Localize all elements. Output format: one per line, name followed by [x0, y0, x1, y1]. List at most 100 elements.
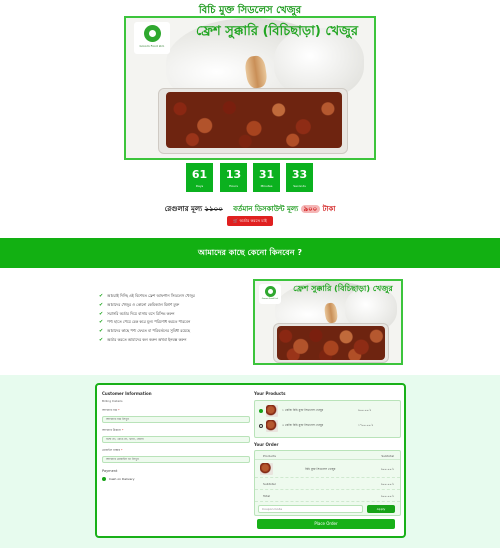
regular-price-amount: ১১০০ [204, 205, 223, 213]
check-icon: ✔ [99, 293, 104, 299]
logo-icon [143, 25, 161, 42]
countdown-value: 13 [225, 168, 242, 181]
order-now-button[interactable]: 🛒 অর্ডার করতে চাই [227, 216, 273, 226]
countdown-value: 61 [191, 168, 208, 181]
address-input[interactable]: বাসা নং, রোড নং, থানা, জেলা [102, 436, 250, 443]
place-order-button[interactable]: Place Order [257, 519, 395, 529]
feature-text: অর্ডার করতে আমাদের কল করুন অথবা ইনবক্স ক… [107, 336, 187, 342]
product-name: ১ কেজি বিচি মুক্ত সিডলেস খেজুর [282, 408, 324, 412]
check-icon: ✔ [99, 336, 104, 343]
sale-price: বর্তমান ডিসকাউন্ট মূল্য ৯০০ টাকা [233, 205, 335, 213]
apply-coupon-button[interactable]: Apply [367, 505, 395, 513]
order-item-price: ৯০০.০০ ৳ [380, 467, 394, 471]
countdown-label: Hours [229, 184, 238, 188]
your-order-title: Your Order [254, 442, 279, 447]
countdown-label: Days [195, 184, 204, 188]
phone-label-text: মোবাইল নাম্বার [102, 448, 120, 452]
list-item: ✔ সরাসরি অর্ডার দিয়ে বাসায় বসে রিসিভ ক… [99, 311, 259, 320]
feature-text: আমরাই দিচ্ছি এই বিশেষত ফ্রেশ আফগান সিডলে… [107, 293, 195, 298]
product-image: Groom Food Ltd. ফ্রেশ সুক্কারি (বিচিছাড়… [253, 279, 403, 365]
phone-input[interactable]: আপনার মোবাইল নং লিখুন [102, 456, 250, 463]
name-input[interactable]: আপনার নাম লিখুন [102, 416, 250, 423]
checkout-form: Customer Information Billing Details আপন… [95, 383, 406, 538]
check-icon: ✔ [99, 328, 104, 335]
required-mark: * [118, 408, 120, 412]
product-option-2kg[interactable]: ২ কেজি বিচি মুক্ত সিডলেস খেজুর ১৭০০.০০ ৳ [258, 419, 397, 434]
list-item: ✔ আমাদের কাছে পণ্য ফেরত বা পরিবর্তনের সু… [99, 328, 259, 337]
order-summary-table: Products Subtotal বিচি মুক্ত সিডলেস খেজু… [254, 450, 401, 516]
order-table-header: Products Subtotal [255, 451, 400, 460]
billing-details-title: Billing Details [102, 399, 123, 403]
brand-logo: Groom Food Ltd. [134, 22, 170, 54]
regular-price: রেগুলার মূল্য ১১০০ [165, 205, 226, 213]
hero-title: ফ্রেশ সুক্কারি (বিচিছাড়া) খেজুর [196, 24, 358, 39]
feature-text: পণ্য হাতে পেয়ে চেক করে মূল্য পরিশোধ করত… [107, 319, 191, 325]
countdown-seconds: 33 Seconds [286, 163, 313, 192]
sale-price-label: বর্তমান ডিসকাউন্ট মূল্য [233, 205, 299, 213]
sale-price-amount: ৯০০ [300, 205, 321, 213]
countdown-days: 61 Days [186, 163, 213, 192]
your-products-title: Your Products [254, 391, 286, 396]
subtotal-value: ৯০০.০০ ৳ [380, 482, 394, 486]
radio-selected-icon [102, 477, 106, 481]
subtotal-row: Subtotal ৯০০.০০ ৳ [255, 478, 400, 490]
why-buy-title: আমাদের কাছে কেনো কিনবেন ? [198, 248, 302, 257]
product-thumbnail [266, 405, 278, 417]
countdown-label: Seconds [293, 184, 306, 188]
product-name: ২ কেজি বিচি মুক্ত সিডলেস খেজুর [282, 423, 324, 427]
coupon-input[interactable]: Coupon Code [258, 505, 363, 513]
feature-text: সরাসরি অর্ডার দিয়ে বাসায় বসে রিসিভ করু… [107, 310, 175, 316]
list-item: ✔ অর্ডার করতে আমাদের কল করুন অথবা ইনবক্স… [99, 337, 259, 346]
list-item: ✔ আমাদের খেজুর ও কোনো কেমিক্যাল মিশ্রণ ম… [99, 302, 259, 311]
required-mark: * [121, 428, 124, 432]
customer-info-column: Customer Information Billing Details আপন… [102, 391, 250, 481]
order-item-name: বিচি মুক্ত সিডলেস খেজুর [305, 467, 336, 471]
feature-text: আমাদের কাছে পণ্য ফেরত বা পরিবর্তনের সুবি… [107, 328, 190, 334]
product-image-title: ফ্রেশ সুক্কারি (বিচিছাড়া) খেজুর [293, 284, 393, 293]
hero-image: Groom Food Ltd. ফ্রেশ সুক্কারি (বিচিছাড়… [124, 16, 376, 160]
address-label-text: আপনার ঠিকানা [102, 428, 121, 432]
radio-selected-icon [259, 409, 263, 413]
price-line: রেগুলার মূল্য ১১০০ বর্তমান ডিসকাউন্ট মূল… [0, 203, 500, 215]
total-value: ৯০০.০০ ৳ [380, 494, 394, 498]
payment-title: Payment [102, 469, 118, 473]
product-option-1kg[interactable]: ১ কেজি বিচি মুক্ত সিডলেস খেজুর ৯০০.০০ ৳ [258, 404, 397, 419]
subtotal-label: Subtotal [263, 482, 276, 486]
subtotal-column-header: Subtotal [381, 454, 394, 458]
logo-text: Groom Food Ltd. [139, 44, 165, 48]
regular-price-label: রেগুলার মূল্য [164, 205, 203, 213]
product-price: ১৭০০.০০ ৳ [358, 423, 374, 427]
product-options: ১ কেজি বিচি মুক্ত সিডলেস খেজুর ৯০০.০০ ৳ … [254, 400, 401, 438]
countdown-timer: 61 Days 13 Hours 31 Minutes 33 Seconds [186, 163, 316, 192]
product-price: ৯০০.০০ ৳ [358, 408, 372, 412]
why-buy-banner: আমাদের কাছে কেনো কিনবেন ? [0, 238, 500, 268]
cart-icon: 🛒 [233, 218, 239, 223]
order-now-label: অর্ডার করতে চাই [239, 218, 267, 223]
name-field-label: আপনার নাম * [102, 408, 250, 414]
product-thumbnail [266, 420, 278, 432]
dates-image [166, 92, 342, 148]
products-column-header: Products [263, 454, 276, 458]
coupon-row: Coupon Code Apply [255, 504, 400, 515]
total-row: Total ৯০০.০০ ৳ [255, 490, 400, 502]
phone-field-label: মোবাইল নাম্বার * [102, 448, 250, 454]
order-column: Your Products ১ কেজি বিচি মুক্ত সিডলেস খ… [254, 391, 401, 529]
countdown-hours: 13 Hours [220, 163, 247, 192]
list-item: ✔ পণ্য হাতে পেয়ে চেক করে মূল্য পরিশোধ ক… [99, 319, 259, 328]
landing-page: বিচি মুক্ত সিডলেস খেজুর Groom Food Ltd. … [0, 0, 500, 548]
countdown-value: 33 [291, 168, 308, 181]
logo-text: Groom Food Ltd. [261, 298, 279, 300]
check-icon: ✔ [99, 310, 104, 317]
name-label-text: আপনার নাম [102, 408, 118, 412]
feature-text: আমাদের খেজুর ও কোনো কেমিক্যাল মিশ্রণ মুক… [107, 301, 180, 307]
feature-list: ✔ আমরাই দিচ্ছি এই বিশেষত ফ্রেশ আফগান সিড… [99, 293, 259, 346]
customer-info-title: Customer Information [102, 391, 152, 396]
total-label: Total [263, 494, 271, 498]
table-row: বিচি মুক্ত সিডলেস খেজুর ৯০০.০০ ৳ [255, 460, 400, 478]
check-icon: ✔ [99, 301, 104, 308]
countdown-label: Minutes [260, 184, 273, 188]
currency-unit: টাকা [322, 205, 336, 213]
payment-option-cod[interactable]: Cash on Delivery [102, 477, 250, 481]
dates-image [277, 326, 385, 360]
brand-logo: Groom Food Ltd. [259, 284, 281, 304]
